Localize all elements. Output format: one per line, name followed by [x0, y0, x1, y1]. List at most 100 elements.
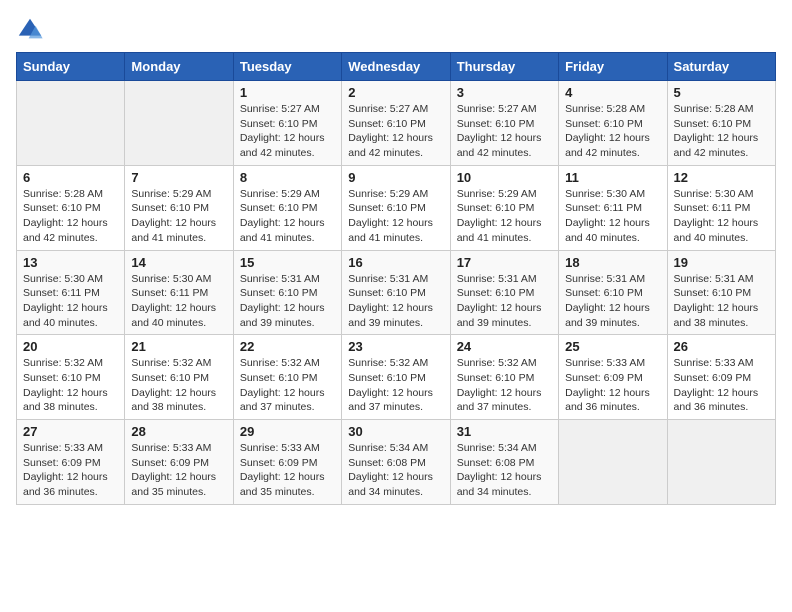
- day-info: Sunrise: 5:34 AM Sunset: 6:08 PM Dayligh…: [348, 441, 443, 500]
- day-number: 1: [240, 85, 335, 100]
- calendar-cell: [667, 420, 775, 505]
- day-info: Sunrise: 5:30 AM Sunset: 6:11 PM Dayligh…: [674, 187, 769, 246]
- day-number: 2: [348, 85, 443, 100]
- day-info: Sunrise: 5:27 AM Sunset: 6:10 PM Dayligh…: [348, 102, 443, 161]
- calendar-cell: 22 Sunrise: 5:32 AM Sunset: 6:10 PM Dayli…: [233, 335, 341, 420]
- calendar-cell: 4 Sunrise: 5:28 AM Sunset: 6:10 PM Daylig…: [559, 81, 667, 166]
- day-number: 24: [457, 339, 552, 354]
- calendar-cell: 17Sunrise: 5:31 AM Sunset: 6:10 PM Dayli…: [450, 250, 558, 335]
- logo-icon: [16, 16, 44, 44]
- day-info: Sunrise: 5:30 AM Sunset: 6:11 PM Dayligh…: [131, 272, 226, 331]
- calendar-week-row: 27 Sunrise: 5:33 AM Sunset: 6:09 PM Dayli…: [17, 420, 776, 505]
- calendar-cell: 11 Sunrise: 5:30 AM Sunset: 6:11 PM Dayli…: [559, 165, 667, 250]
- day-info: Sunrise: 5:33 AM Sunset: 6:09 PM Dayligh…: [240, 441, 335, 500]
- weekday-header: Sunday: [17, 53, 125, 81]
- calendar-cell: 7 Sunrise: 5:29 AM Sunset: 6:10 PM Daylig…: [125, 165, 233, 250]
- day-number: 30: [348, 424, 443, 439]
- calendar-cell: 14 Sunrise: 5:30 AM Sunset: 6:11 PM Dayli…: [125, 250, 233, 335]
- day-number: 28: [131, 424, 226, 439]
- day-info: Sunrise: 5:32 AM Sunset: 6:10 PM Dayligh…: [23, 356, 118, 415]
- calendar-cell: 6 Sunrise: 5:28 AM Sunset: 6:10 PM Daylig…: [17, 165, 125, 250]
- day-number: 26: [674, 339, 769, 354]
- day-number: 23: [348, 339, 443, 354]
- calendar-cell: 20 Sunrise: 5:32 AM Sunset: 6:10 PM Dayli…: [17, 335, 125, 420]
- day-info: Sunrise: 5:28 AM Sunset: 6:10 PM Dayligh…: [23, 187, 118, 246]
- day-info: Sunrise: 5:29 AM Sunset: 6:10 PM Dayligh…: [131, 187, 226, 246]
- calendar-cell: 1 Sunrise: 5:27 AM Sunset: 6:10 PM Daylig…: [233, 81, 341, 166]
- day-number: 18: [565, 255, 660, 270]
- calendar-cell: 2 Sunrise: 5:27 AM Sunset: 6:10 PM Daylig…: [342, 81, 450, 166]
- day-info: Sunrise: 5:28 AM Sunset: 6:10 PM Dayligh…: [674, 102, 769, 161]
- calendar-week-row: 6 Sunrise: 5:28 AM Sunset: 6:10 PM Daylig…: [17, 165, 776, 250]
- day-number: 11: [565, 170, 660, 185]
- day-number: 19: [674, 255, 769, 270]
- calendar-cell: 18 Sunrise: 5:31 AM Sunset: 6:10 PM Dayli…: [559, 250, 667, 335]
- logo: [16, 16, 48, 44]
- page-header: [16, 16, 776, 44]
- calendar-cell: 15 Sunrise: 5:31 AM Sunset: 6:10 PM Dayli…: [233, 250, 341, 335]
- calendar-week-row: 13 Sunrise: 5:30 AM Sunset: 6:11 PM Dayli…: [17, 250, 776, 335]
- calendar-cell: [17, 81, 125, 166]
- weekday-header: Monday: [125, 53, 233, 81]
- day-info: Sunrise: 5:29 AM Sunset: 6:10 PM Dayligh…: [240, 187, 335, 246]
- calendar-cell: 26 Sunrise: 5:33 AM Sunset: 6:09 PM Dayli…: [667, 335, 775, 420]
- day-info: Sunrise: 5:33 AM Sunset: 6:09 PM Dayligh…: [23, 441, 118, 500]
- day-number: 6: [23, 170, 118, 185]
- day-number: 14: [131, 255, 226, 270]
- calendar-cell: 23 Sunrise: 5:32 AM Sunset: 6:10 PM Dayli…: [342, 335, 450, 420]
- day-info: Sunrise: 5:33 AM Sunset: 6:09 PM Dayligh…: [131, 441, 226, 500]
- day-info: Sunrise: 5:32 AM Sunset: 6:10 PM Dayligh…: [457, 356, 552, 415]
- calendar-cell: 21 Sunrise: 5:32 AM Sunset: 6:10 PM Dayli…: [125, 335, 233, 420]
- day-info: Sunrise: 5:31 AM Sunset: 6:10 PM Dayligh…: [348, 272, 443, 331]
- day-info: Sunrise: 5:31 AM Sunset: 6:10 PM Dayligh…: [565, 272, 660, 331]
- day-number: 15: [240, 255, 335, 270]
- day-info: Sunrise: 5:31 AM Sunset: 6:10 PM Dayligh…: [240, 272, 335, 331]
- day-info: Sunrise: 5:31 AM Sunset: 6:10 PM Dayligh…: [674, 272, 769, 331]
- day-number: 3: [457, 85, 552, 100]
- weekday-header: Friday: [559, 53, 667, 81]
- day-number: 22: [240, 339, 335, 354]
- calendar-cell: 9Sunrise: 5:29 AM Sunset: 6:10 PM Daylig…: [342, 165, 450, 250]
- calendar-cell: [559, 420, 667, 505]
- day-number: 12: [674, 170, 769, 185]
- calendar-cell: 28 Sunrise: 5:33 AM Sunset: 6:09 PM Dayli…: [125, 420, 233, 505]
- day-number: 7: [131, 170, 226, 185]
- day-number: 9: [348, 170, 443, 185]
- calendar-cell: 13 Sunrise: 5:30 AM Sunset: 6:11 PM Dayli…: [17, 250, 125, 335]
- day-info: Sunrise: 5:33 AM Sunset: 6:09 PM Dayligh…: [674, 356, 769, 415]
- calendar-week-row: 20 Sunrise: 5:32 AM Sunset: 6:10 PM Dayli…: [17, 335, 776, 420]
- day-number: 10: [457, 170, 552, 185]
- day-info: Sunrise: 5:27 AM Sunset: 6:10 PM Dayligh…: [457, 102, 552, 161]
- day-info: Sunrise: 5:32 AM Sunset: 6:10 PM Dayligh…: [348, 356, 443, 415]
- day-info: Sunrise: 5:32 AM Sunset: 6:10 PM Dayligh…: [131, 356, 226, 415]
- calendar-cell: 29 Sunrise: 5:33 AM Sunset: 6:09 PM Dayli…: [233, 420, 341, 505]
- calendar-cell: 31Sunrise: 5:34 AM Sunset: 6:08 PM Dayli…: [450, 420, 558, 505]
- weekday-header: Thursday: [450, 53, 558, 81]
- calendar-header-row: SundayMondayTuesdayWednesdayThursdayFrid…: [17, 53, 776, 81]
- weekday-header: Tuesday: [233, 53, 341, 81]
- day-info: Sunrise: 5:29 AM Sunset: 6:10 PM Dayligh…: [457, 187, 552, 246]
- day-number: 20: [23, 339, 118, 354]
- calendar-cell: 27 Sunrise: 5:33 AM Sunset: 6:09 PM Dayli…: [17, 420, 125, 505]
- day-info: Sunrise: 5:28 AM Sunset: 6:10 PM Dayligh…: [565, 102, 660, 161]
- calendar-cell: 24 Sunrise: 5:32 AM Sunset: 6:10 PM Dayli…: [450, 335, 558, 420]
- day-number: 17: [457, 255, 552, 270]
- day-number: 8: [240, 170, 335, 185]
- day-number: 5: [674, 85, 769, 100]
- day-info: Sunrise: 5:30 AM Sunset: 6:11 PM Dayligh…: [565, 187, 660, 246]
- day-number: 4: [565, 85, 660, 100]
- day-info: Sunrise: 5:30 AM Sunset: 6:11 PM Dayligh…: [23, 272, 118, 331]
- day-info: Sunrise: 5:32 AM Sunset: 6:10 PM Dayligh…: [240, 356, 335, 415]
- day-number: 29: [240, 424, 335, 439]
- calendar-cell: 3 Sunrise: 5:27 AM Sunset: 6:10 PM Daylig…: [450, 81, 558, 166]
- calendar-cell: 5 Sunrise: 5:28 AM Sunset: 6:10 PM Daylig…: [667, 81, 775, 166]
- day-number: 25: [565, 339, 660, 354]
- day-info: Sunrise: 5:34 AM Sunset: 6:08 PM Dayligh…: [457, 441, 552, 500]
- day-number: 13: [23, 255, 118, 270]
- day-number: 27: [23, 424, 118, 439]
- calendar-cell: 19 Sunrise: 5:31 AM Sunset: 6:10 PM Dayli…: [667, 250, 775, 335]
- day-info: Sunrise: 5:27 AM Sunset: 6:10 PM Dayligh…: [240, 102, 335, 161]
- weekday-header: Wednesday: [342, 53, 450, 81]
- day-number: 21: [131, 339, 226, 354]
- calendar-cell: 25Sunrise: 5:33 AM Sunset: 6:09 PM Dayli…: [559, 335, 667, 420]
